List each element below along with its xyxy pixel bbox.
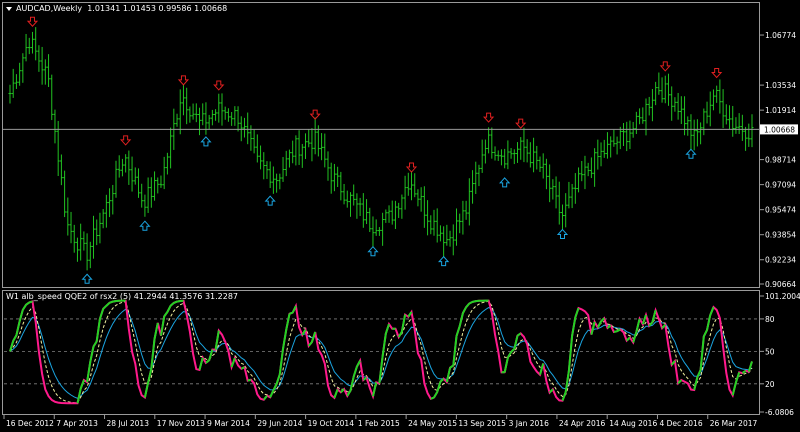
price-axis: 1.06774 1.03534 1.01914 0.98714 0.97094 0.954… [760, 31, 798, 289]
price-tick-label: 1.01914 [765, 106, 796, 115]
date-tick-label: 24 Apr 2016 [559, 419, 606, 428]
date-tick-label: 26 Mar 2017 [710, 419, 758, 428]
indicator-tick-label: -6.0806 [765, 408, 794, 417]
indicator-tick-label: 50 [765, 347, 775, 356]
price-chart-pane[interactable] [2, 2, 760, 288]
symbol-label: AUDCAD,Weekly [16, 4, 83, 13]
indicator-tick-label: 20 [765, 380, 775, 389]
symbol-header[interactable]: AUDCAD,Weekly 1.01341 1.01453 0.99586 1.… [6, 4, 227, 13]
date-tick-label: 28 Jul 2013 [107, 419, 150, 428]
indicator-axis: 101.2004 80 50 20 -6.0806 [760, 292, 800, 417]
date-tick-label: 24 May 2015 [408, 419, 457, 428]
price-tick-label: 0.95474 [765, 206, 796, 215]
indicator-label: W1 alb_speed QQE2 of rsx2 (5) 41.2944 41… [6, 292, 239, 301]
chart-window: AUDCAD,Weekly 1.01341 1.01453 0.99586 1.… [0, 0, 800, 432]
dropdown-triangle-icon[interactable] [6, 6, 12, 11]
date-tick-label: 17 Nov 2013 [157, 419, 205, 428]
price-tick-label: 0.90664 [765, 280, 796, 289]
date-tick-label: 14 Aug 2016 [609, 419, 657, 428]
date-tick-label: 3 Jan 2016 [509, 419, 549, 428]
price-tick-label: 0.98714 [765, 156, 796, 165]
price-tick-label: 1.03534 [765, 81, 796, 90]
price-tick-label: 0.92234 [765, 256, 796, 265]
indicator-tick-label: 101.2004 [765, 292, 800, 301]
ohlc-values: 1.01341 1.01453 0.99586 1.00668 [87, 4, 228, 13]
date-tick-label: 29 Jun 2014 [257, 419, 302, 428]
date-tick-label: 16 Dec 2012 [6, 419, 54, 428]
current-price-label: 1.00668 [764, 125, 795, 134]
date-tick-label: 1 Feb 2015 [358, 419, 400, 428]
indicator-tick-label: 80 [765, 315, 775, 324]
price-tick-label: 0.97094 [765, 181, 796, 190]
current-price-box [760, 124, 798, 135]
date-tick-label: 13 Sep 2015 [458, 419, 506, 428]
price-tick-label: 1.06774 [765, 31, 796, 40]
date-tick-label: 4 Dec 2016 [659, 419, 702, 428]
price-tick-label: 0.93854 [765, 231, 796, 240]
date-tick-label: 19 Oct 2014 [308, 419, 355, 428]
date-tick-label: 7 Apr 2013 [56, 419, 98, 428]
indicator-pane[interactable] [2, 290, 760, 415]
date-tick-label: 9 Mar 2014 [207, 419, 250, 428]
date-axis: 16 Dec 2012 7 Apr 2013 28 Jul 2013 17 Nov 2… [3, 415, 758, 428]
indicator-header: W1 alb_speed QQE2 of rsx2 (5) 41.2944 41… [6, 292, 238, 301]
